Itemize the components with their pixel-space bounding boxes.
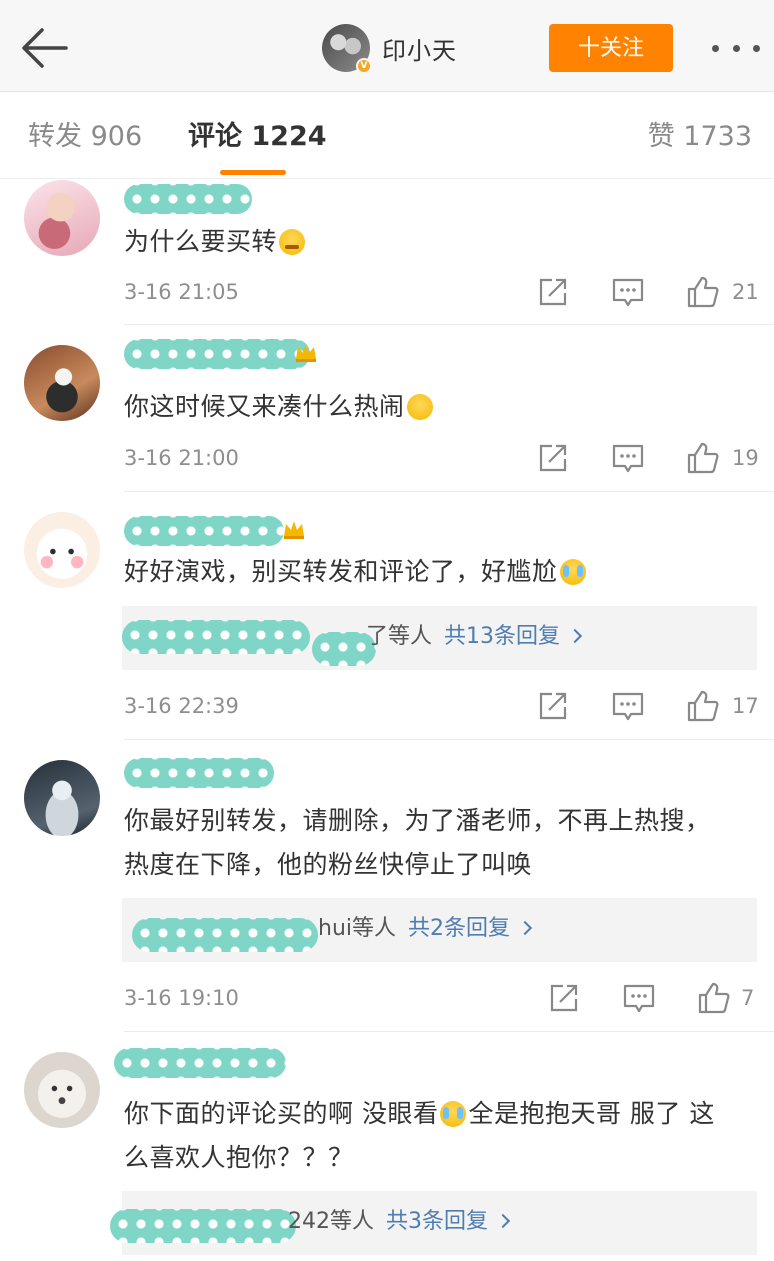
avatar[interactable] [24,180,100,256]
smirk-emoji-icon [406,394,433,420]
comment-item: 为什么要买转 3-16 21:05 21 [0,180,774,325]
repost-icon[interactable] [536,275,570,309]
tab-like[interactable]: 赞 1733 [648,121,752,153]
profile-header[interactable]: V 印小天 [322,24,457,74]
comment-text: 你下面的评论买的啊 没眼看 全是抱抱天哥 服了 这么喜欢人抱你？？？ [124,1099,715,1172]
reply-preview[interactable]: 242等人 共3条回复 [110,1191,757,1255]
tab-bar: 转发 906 评论 1224 赞 1733 [0,93,774,179]
comment-text: 为什么要买转 [124,220,734,264]
tab-repost[interactable]: 转发 906 [28,121,142,153]
comment-time: 3-16 19:10 [124,986,239,1010]
thumbs-up-icon[interactable] [686,441,720,475]
thumbs-up-icon[interactable] [697,981,731,1015]
verified-badge-icon: V [356,58,372,74]
reply-preview[interactable]: 了等人 共13条回复 [122,606,757,670]
reply-users-text: hui等人 [318,916,396,941]
repost-icon[interactable] [536,689,570,723]
reply-username-redacted [122,620,310,654]
avatar[interactable] [24,1052,100,1128]
like-count: 19 [732,446,759,470]
comment-time: 3-16 21:00 [124,446,239,470]
comment-item: 你最好别转发，请删除，为了潘老师，不再上热搜，热度在下降，他的粉丝快停止了叫唤 … [0,740,774,1032]
comment-icon[interactable] [611,441,645,475]
reply-users-text: 了等人 [366,624,433,649]
comment-time: 3-16 21:05 [124,280,239,304]
follow-button[interactable]: 十关注 [549,24,673,72]
cry-laugh-emoji-icon [440,1101,467,1127]
chevron-right-icon [517,920,533,936]
top-bar: V 印小天 十关注 [0,0,774,92]
comment-username-redacted[interactable] [124,516,314,546]
avatar[interactable] [24,345,100,421]
reply-username-redacted [132,918,318,952]
reply-username-redacted [110,1209,296,1243]
comment-text: 好好演戏，别买转发和评论了，好尴尬 [124,550,734,594]
active-tab-indicator [220,170,286,175]
comment-time: 3-16 22:39 [124,694,239,718]
crown-icon [296,344,316,362]
view-replies-link[interactable]: 共13条回复 [444,624,560,649]
comment-item: 好好演戏，别买转发和评论了，好尴尬 了等人 共13条回复 3-16 22:39 1… [0,492,774,740]
thumbs-up-icon[interactable] [686,275,720,309]
view-replies-link[interactable]: 共3条回复 [386,1209,488,1234]
sad-emoji-icon [279,229,306,255]
view-replies-link[interactable]: 共2条回复 [408,916,510,941]
comment-username-redacted[interactable] [124,184,254,214]
comment-icon[interactable] [611,275,645,309]
comment-icon[interactable] [611,689,645,723]
like-count: 7 [741,986,755,1010]
reply-preview[interactable]: hui等人 共2条回复 [122,898,757,962]
avatar[interactable] [24,512,100,588]
comment-item: 你下面的评论买的啊 没眼看 全是抱抱天哥 服了 这么喜欢人抱你？？？ 242等人共… [0,1032,774,1261]
profile-name[interactable]: 印小天 [382,31,457,66]
comment-icon[interactable] [622,981,656,1015]
chevron-right-icon [567,628,583,644]
more-dots-icon[interactable] [708,30,764,66]
avatar[interactable] [24,760,100,836]
comment-item: 你这时候又来凑什么热闹 3-16 21:00 19 [0,325,774,492]
back-arrow-icon[interactable] [14,24,74,72]
comment-username-redacted[interactable] [124,339,334,369]
comment-text: 你这时候又来凑什么热闹 [124,385,734,429]
avatar[interactable]: V [322,24,372,74]
thumbs-up-icon[interactable] [686,689,720,723]
reply-users-text: 242等人 [288,1209,374,1234]
comment-username-redacted[interactable] [114,1048,304,1078]
cry-laugh-emoji-icon [559,559,586,585]
tab-comment[interactable]: 评论 1224 [188,121,327,153]
comment-username-redacted[interactable] [124,758,284,788]
comment-text: 你最好别转发，请删除，为了潘老师，不再上热搜，热度在下降，他的粉丝快停止了叫唤 [124,806,711,879]
like-count: 21 [732,280,759,304]
repost-icon[interactable] [536,441,570,475]
repost-icon[interactable] [547,981,581,1015]
chevron-right-icon [495,1213,511,1229]
like-count: 17 [732,694,759,718]
crown-icon [284,521,304,539]
